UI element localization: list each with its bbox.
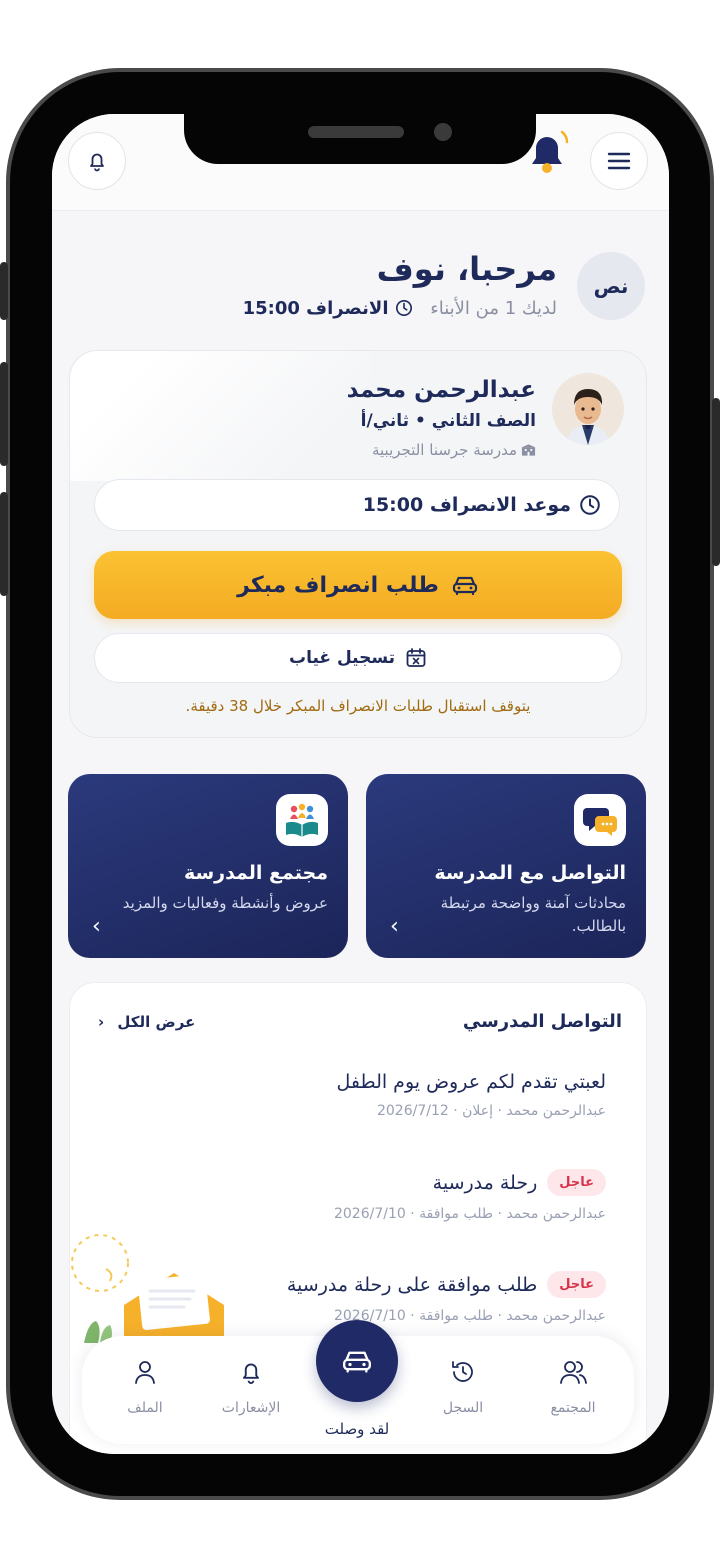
- nav-notifications[interactable]: الإشعارات: [206, 1358, 296, 1416]
- dismissal-time-row: موعد الانصراف 15:00: [94, 479, 620, 531]
- children-count: لديك 1 من الأبناء: [430, 298, 557, 319]
- item-title: لعبتي تقدم لكم عروض يوم الطفل: [336, 1071, 606, 1093]
- side-button: [0, 362, 8, 466]
- dismissal-label: الانصراف 15:00: [242, 298, 389, 319]
- urgent-badge: عاجل: [547, 1169, 606, 1196]
- early-dismissal-label: طلب انصراف مبكر: [237, 572, 439, 598]
- app-screen: نص مرحبا، نوف لديك 1 من الأبناء الانصراف…: [52, 114, 669, 1454]
- student-card: عبدالرحمن محمد الصف الثاني • ثاني/أ مدرس…: [69, 350, 647, 738]
- item-title: رحلة مدرسية: [432, 1171, 538, 1194]
- early-dismissal-notice: يتوقف استقبال طلبات الانصراف المبكر خلال…: [185, 697, 531, 715]
- student-grade: الصف الثاني • ثاني/أ: [360, 411, 536, 431]
- avatar[interactable]: نص: [577, 252, 645, 320]
- chevron-left-icon: ‹: [390, 914, 399, 939]
- menu-button[interactable]: [590, 132, 648, 190]
- car-icon: [343, 1351, 371, 1373]
- menu-icon: [607, 152, 631, 170]
- see-all-link[interactable]: عرض الكل ‹: [98, 1013, 195, 1031]
- card-highlight: [70, 351, 370, 481]
- nav-community[interactable]: المجتمع: [528, 1358, 618, 1416]
- early-dismissal-button[interactable]: طلب انصراف مبكر: [94, 551, 622, 619]
- see-all-label: عرض الكل: [117, 1013, 196, 1031]
- list-item[interactable]: عاجل رحلة مدرسية عبدالرحمن محمد · طلب مو…: [96, 1169, 606, 1222]
- book-community-icon: [276, 794, 328, 846]
- profile-icon: [135, 1361, 155, 1384]
- history-icon: [452, 1361, 473, 1382]
- clock-icon: [580, 495, 600, 515]
- tile-description: محادثات آمنة وواضحة مرتبطة بالطالب.: [440, 894, 626, 935]
- dismissal-time: الانصراف 15:00: [243, 298, 413, 319]
- student-avatar-illustration: [552, 373, 624, 445]
- side-button: [0, 492, 8, 596]
- arrived-label: لقد وصلت: [324, 1420, 390, 1438]
- item-title: طلب موافقة على رحلة مدرسية: [286, 1273, 538, 1296]
- list-item[interactable]: لعبتي تقدم لكم عروض يوم الطفل عبدالرحمن …: [96, 1071, 606, 1119]
- dismissal-time-label: موعد الانصراف 15:00: [362, 494, 571, 516]
- student-photo[interactable]: [552, 373, 624, 445]
- school-community-tile[interactable]: مجتمع المدرسة عروض وأنشطة وفعاليات والمز…: [68, 774, 348, 958]
- tile-title: التواصل مع المدرسة: [434, 862, 626, 884]
- student-school: مدرسة جرسنا التجريبية: [372, 441, 536, 459]
- greeting-title: مرحبا، نوف: [376, 250, 557, 288]
- tile-description: عروض وأنشطة وفعاليات والمزيد: [122, 894, 328, 912]
- student-name: عبدالرحمن محمد: [346, 377, 536, 403]
- calendar-x-icon: [406, 648, 426, 667]
- speaker: [308, 126, 404, 138]
- clock-icon: [395, 299, 412, 317]
- tile-title: مجتمع المدرسة: [183, 862, 328, 884]
- nav-label: المجتمع: [550, 1400, 596, 1416]
- item-meta: عبدالرحمن محمد · إعلان · 2026/7/12: [376, 1103, 606, 1119]
- school-icon: [521, 444, 536, 456]
- envelope-illustration: [71, 1234, 224, 1343]
- arrived-button[interactable]: [316, 1320, 398, 1402]
- item-meta: عبدالرحمن محمد · طلب موافقة · 2026/7/10: [333, 1206, 606, 1222]
- chevron-left-icon: ‹: [98, 1013, 105, 1031]
- nav-label: السجل: [442, 1400, 484, 1416]
- camera: [434, 123, 452, 141]
- nav-profile[interactable]: الملف: [100, 1358, 190, 1416]
- section-title: التواصل المدرسي: [462, 1011, 622, 1032]
- bell-icon: [243, 1363, 259, 1384]
- side-button: [0, 262, 8, 320]
- chevron-left-icon: ‹: [92, 914, 101, 939]
- side-button: [712, 398, 720, 566]
- record-absence-button[interactable]: تسجيل غياب: [94, 633, 622, 683]
- nav-history[interactable]: السجل: [418, 1358, 508, 1416]
- car-icon: [452, 576, 477, 596]
- school-name: مدرسة جرسنا التجريبية: [371, 441, 517, 459]
- chat-icon: [574, 794, 626, 846]
- urgent-badge: عاجل: [547, 1271, 606, 1298]
- community-icon: [560, 1361, 587, 1384]
- nav-label: الملف: [127, 1400, 163, 1416]
- record-absence-label: تسجيل غياب: [289, 648, 395, 668]
- nav-label: الإشعارات: [221, 1400, 281, 1416]
- bell-icon: [90, 153, 104, 172]
- notch: [184, 114, 536, 164]
- school-messaging-tile[interactable]: التواصل مع المدرسة محادثات آمنة وواضحة م…: [366, 774, 646, 958]
- greeting-subtitle: لديك 1 من الأبناء الانصراف 15:00: [243, 298, 557, 319]
- notifications-button[interactable]: [68, 132, 126, 190]
